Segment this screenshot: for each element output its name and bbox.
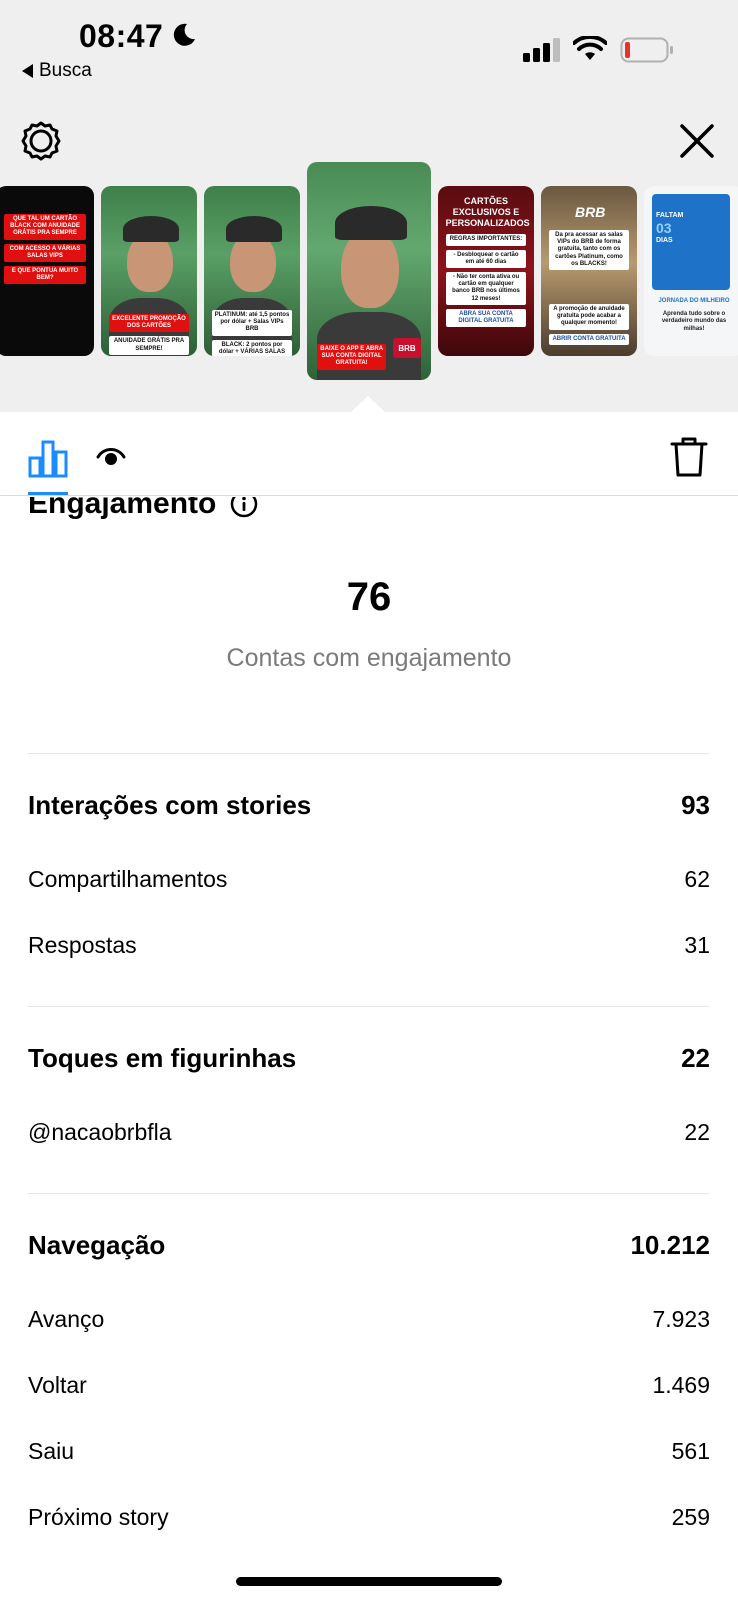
navigation-header-row: Navegação 10.212 [28, 1230, 710, 1261]
info-icon[interactable] [230, 497, 258, 518]
story-text: REGRAS IMPORTANTES: [445, 234, 527, 246]
clock: 08:47 [79, 18, 164, 54]
metric-label: Avanço [28, 1306, 105, 1332]
selected-story-pointer [350, 396, 386, 413]
interactions-header-row: Interações com stories 93 [28, 790, 710, 821]
story-carousel-area: QUE TAL UM CARTÃO BLACK COM ANUIDADE GRÁ… [0, 100, 738, 413]
wifi-icon [573, 36, 607, 60]
back-arrow-icon [22, 64, 33, 78]
interactions-title: Interações com stories [28, 790, 312, 820]
story-thumbnail-2[interactable]: EXCELENTE PROMOÇÃO DOS CARTÕES ANUIDADE … [101, 186, 197, 356]
metric-value: 22 [684, 1119, 710, 1145]
story-insights-toolbar [0, 412, 738, 496]
story-text: JORNADA DO MILHEIRO [658, 298, 730, 304]
engaged-accounts-label: Contas com engajamento [226, 644, 512, 672]
metric-value: 62 [684, 866, 710, 892]
home-indicator[interactable] [236, 1577, 502, 1586]
divider [28, 1193, 710, 1194]
metric-row: Próximo story 259 [28, 1504, 710, 1531]
story-text: ANUIDADE GRÁTIS PRA SEMPRE! [108, 336, 190, 355]
brb-logo: BRB [393, 338, 421, 358]
story-text: DIAS [656, 237, 673, 245]
close-icon[interactable] [676, 120, 718, 162]
insights-content[interactable]: Engajamento 76 Contas com engajamento In… [0, 497, 738, 1600]
status-bar: 08:47 Busca [0, 0, 738, 100]
metric-value: 31 [684, 932, 710, 958]
metric-value: 7.923 [652, 1306, 710, 1332]
metric-value: 1.469 [652, 1372, 710, 1398]
cellular-signal-icon [523, 38, 560, 62]
engagement-title: Engajamento [28, 497, 217, 520]
navigation-total: 10.212 [630, 1230, 710, 1260]
story-text: - Desbloquear o cartão em até 60 dias [445, 249, 527, 268]
active-tab-indicator [28, 492, 68, 495]
story-text: BAIXE O APP E ABRA SUA CONTA DIGITAL GRA… [316, 344, 387, 370]
brb-logo: BRB [575, 204, 606, 220]
metric-label: Próximo story [28, 1504, 169, 1530]
story-text: ABRIR CONTA GRATUITA [548, 333, 630, 345]
trash-delete-icon[interactable] [670, 436, 708, 478]
story-text: E QUE PONTUA MUITO BEM? [3, 265, 87, 285]
metric-value: 259 [671, 1504, 710, 1530]
metric-row: Avanço 7.923 [28, 1306, 710, 1333]
metric-row: Compartilhamentos 62 [28, 866, 710, 893]
story-text: Aprenda tudo sobre o verdadeiro mundo da… [661, 311, 727, 332]
story-thumbnail-6[interactable]: BRB Da pra acessar as salas VIPs do BRB … [541, 186, 637, 356]
story-text: FALTAM [656, 212, 684, 219]
story-text: CARTÕES EXCLUSIVOS E PERSONALIZADOS [445, 196, 530, 228]
moon-icon [173, 23, 195, 46]
insights-bar-chart-icon[interactable] [28, 438, 68, 478]
metric-label: Voltar [28, 1372, 87, 1398]
story-text: EXCELENTE PROMOÇÃO DOS CARTÕES [108, 314, 190, 333]
eye-views-icon[interactable] [96, 442, 126, 472]
stickers-title: Toques em figurinhas [28, 1043, 297, 1073]
story-text: 03 [656, 220, 672, 237]
story-text: PLATINUM: até 1,5 pontos por dólar + Sal… [211, 310, 293, 336]
navigation-title: Navegação [28, 1230, 166, 1260]
divider [28, 753, 710, 754]
metric-value: 561 [671, 1438, 710, 1464]
engaged-accounts-count: 76 [346, 575, 392, 619]
stickers-total: 22 [681, 1043, 710, 1073]
metric-label: @nacaobrbfla [28, 1119, 172, 1145]
metric-row: @nacaobrbfla 22 [28, 1119, 710, 1146]
story-thumbnail-4-selected[interactable]: BAIXE O APP E ABRA SUA CONTA DIGITAL GRA… [307, 162, 431, 380]
back-label: Busca [39, 60, 92, 81]
engagement-heading: Engajamento [28, 497, 258, 521]
story-thumbnail-7[interactable]: FALTAM 03 DIAS JORNADA DO MILHEIRO Apren… [644, 186, 738, 356]
story-text: ABRA SUA CONTA DIGITAL GRATUITA [445, 308, 527, 328]
story-text: - Não ter conta ativa ou cartão em qualq… [445, 271, 527, 305]
back-to-search-link[interactable]: Busca [22, 60, 92, 82]
story-thumbnail-3[interactable]: PLATINUM: até 1,5 pontos por dólar + Sal… [204, 186, 300, 356]
battery-low-icon [620, 37, 673, 63]
metric-label: Compartilhamentos [28, 866, 228, 892]
story-text: A promoção de anuidade gratuita pode aca… [548, 304, 630, 330]
story-text: QUE TAL UM CARTÃO BLACK COM ANUIDADE GRÁ… [3, 214, 87, 240]
settings-gear-icon[interactable] [20, 120, 62, 162]
metric-row: Saiu 561 [28, 1438, 710, 1465]
metric-row: Respostas 31 [28, 932, 710, 959]
stickers-header-row: Toques em figurinhas 22 [28, 1043, 710, 1074]
metric-label: Saiu [28, 1438, 75, 1464]
story-text: COM ACESSO A VÁRIAS SALAS VIPS [3, 243, 87, 262]
metric-row: Voltar 1.469 [28, 1372, 710, 1399]
metric-label: Respostas [28, 932, 137, 958]
interactions-total: 93 [681, 790, 710, 820]
story-thumbnail-5[interactable]: CARTÕES EXCLUSIVOS E PERSONALIZADOS REGR… [438, 186, 534, 356]
story-thumbnail-1[interactable]: QUE TAL UM CARTÃO BLACK COM ANUIDADE GRÁ… [0, 186, 94, 356]
story-text: BLACK: 2 pontos por dólar + VÁRIAS SALAS… [211, 339, 293, 356]
story-text: Da pra acessar as salas VIPs do BRB de f… [548, 230, 630, 270]
divider [28, 1006, 710, 1007]
